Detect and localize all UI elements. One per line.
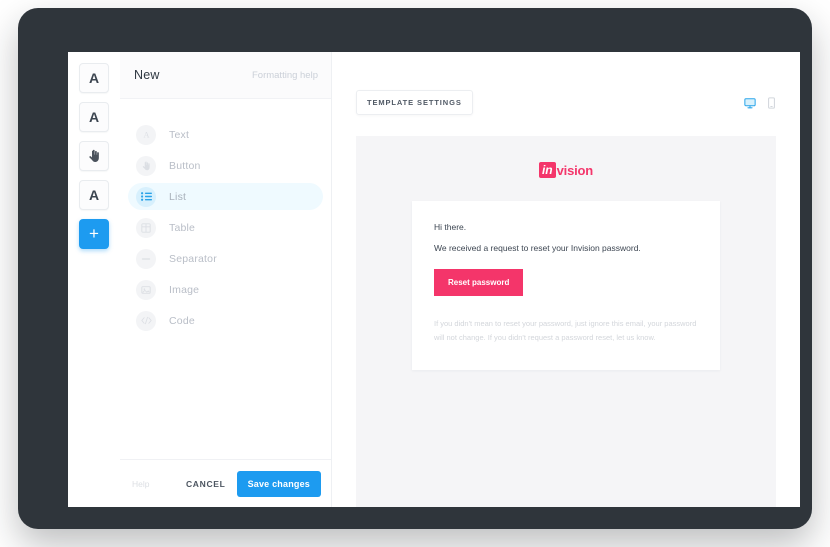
block-label: List bbox=[169, 190, 187, 203]
text-style-small-button[interactable]: A bbox=[79, 180, 109, 210]
cancel-button[interactable]: CANCEL bbox=[174, 471, 237, 496]
editor-header: New Formatting help bbox=[120, 52, 331, 99]
editor-footer: Help CANCEL Save changes bbox=[120, 459, 331, 507]
preview-panel: TEMPLATE SETTINGS in vision Hi there. We… bbox=[332, 52, 800, 507]
text-icon: A bbox=[136, 124, 156, 145]
block-label: Separator bbox=[169, 252, 217, 265]
email-canvas: in vision Hi there. We received a reques… bbox=[356, 136, 776, 507]
device-frame: A A A + New Formatting help A Text Butto… bbox=[18, 8, 812, 529]
image-icon bbox=[136, 279, 156, 300]
pointer-tool-button[interactable] bbox=[79, 141, 109, 171]
email-greeting: Hi there. bbox=[434, 222, 467, 232]
email-body-text: We received a request to reset your Invi… bbox=[434, 243, 641, 253]
app-window: A A A + New Formatting help A Text Butto… bbox=[68, 52, 800, 507]
phone-icon[interactable] bbox=[767, 96, 776, 109]
editor-panel: New Formatting help A Text Button List T… bbox=[120, 52, 332, 507]
block-item-code[interactable]: Code bbox=[128, 307, 323, 334]
brand-logo-wrap: in vision bbox=[412, 162, 720, 178]
reset-password-button[interactable]: Reset password bbox=[434, 269, 524, 296]
list-icon bbox=[136, 186, 156, 207]
block-item-image[interactable]: Image bbox=[128, 276, 323, 303]
code-icon bbox=[136, 310, 156, 331]
block-label: Table bbox=[169, 221, 196, 234]
separator-icon bbox=[136, 248, 156, 269]
block-label: Text bbox=[169, 128, 190, 141]
help-link[interactable]: Help bbox=[132, 479, 175, 489]
plus-icon: + bbox=[89, 224, 99, 243]
letter-a-icon: A bbox=[88, 187, 100, 203]
template-settings-button[interactable]: TEMPLATE SETTINGS bbox=[356, 90, 473, 115]
invision-logo-mark: in bbox=[538, 162, 556, 178]
letter-a-icon: A bbox=[88, 70, 100, 86]
block-list: A Text Button List Table Separator Image… bbox=[120, 99, 331, 459]
monitor-icon[interactable] bbox=[744, 97, 756, 109]
tool-rail: A A A + bbox=[68, 52, 120, 507]
text-style-heading-button[interactable]: A bbox=[79, 63, 109, 93]
save-changes-button[interactable]: Save changes bbox=[236, 470, 321, 497]
block-label: Image bbox=[169, 283, 200, 296]
block-item-list[interactable]: List bbox=[128, 183, 323, 210]
block-item-table[interactable]: Table bbox=[128, 214, 323, 241]
email-disclaimer: If you didn't mean to reset your passwor… bbox=[434, 319, 697, 342]
letter-a-icon: A bbox=[88, 109, 100, 125]
block-item-separator[interactable]: Separator bbox=[128, 245, 323, 272]
email-card: Hi there. We received a request to reset… bbox=[412, 201, 720, 370]
hand-pointer-icon bbox=[88, 149, 101, 163]
invision-logo-wordmark: vision bbox=[556, 162, 594, 178]
block-item-button[interactable]: Button bbox=[128, 152, 323, 179]
block-label: Code bbox=[169, 314, 195, 327]
viewport-toggles bbox=[744, 96, 776, 109]
table-icon bbox=[136, 217, 156, 238]
add-block-button[interactable]: + bbox=[79, 219, 109, 249]
preview-toolbar: TEMPLATE SETTINGS bbox=[356, 90, 776, 115]
invision-logo: in vision bbox=[538, 162, 594, 178]
page-title: New bbox=[134, 68, 160, 82]
block-item-text[interactable]: A Text bbox=[128, 121, 323, 148]
button-icon bbox=[136, 155, 156, 176]
formatting-help-link[interactable]: Formatting help bbox=[252, 70, 318, 81]
svg-text:A: A bbox=[143, 131, 149, 140]
text-style-body-button[interactable]: A bbox=[79, 102, 109, 132]
block-label: Button bbox=[169, 159, 201, 172]
